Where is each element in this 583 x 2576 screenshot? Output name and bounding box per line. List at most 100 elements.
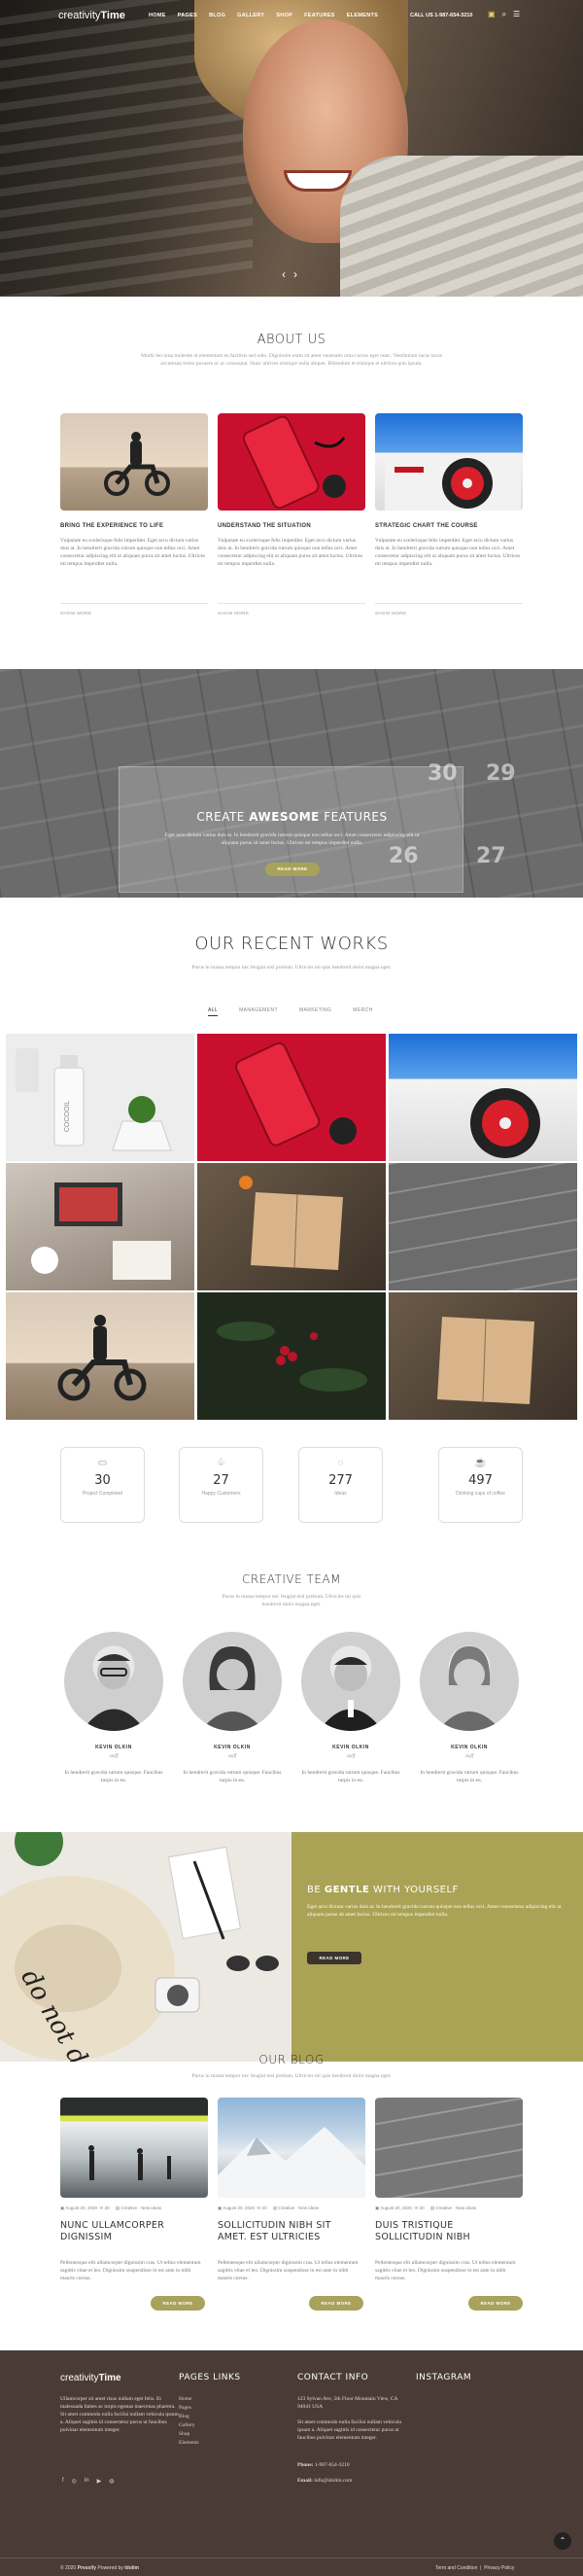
back-to-top-icon[interactable]: ⌃ [554, 2532, 571, 2550]
flatlay-image: do not disturb [0, 1832, 292, 2062]
terms-link[interactable]: Term and Condition [435, 2565, 477, 2571]
stat-number: 277 [328, 1473, 353, 1488]
about-card-text: Vulputate eu scelerisque felis imperdiet… [60, 538, 206, 567]
gallery-item-cosmetics[interactable]: COCOOIL [6, 1034, 194, 1161]
instagram-icon[interactable]: ◎ [72, 2478, 77, 2485]
menu-item-elements[interactable]: ELEMENTS [347, 13, 378, 18]
post-categories[interactable]: Creative · New ideas [120, 2205, 161, 2210]
instagram-title: INSTAGRAM [416, 2373, 472, 2382]
post-date: August 20, 2020 [65, 2205, 98, 2210]
about-title: ABOUT US [257, 333, 326, 347]
nav-icons: ▣ ⌕ ☰ [488, 10, 520, 19]
member-role: staff [346, 1754, 356, 1759]
show-more-link[interactable]: SHOW MORE [218, 611, 249, 616]
stat-coffee: ☕ 497 Drinking cups of coffee [438, 1447, 523, 1523]
hat-icon: do not disturb [0, 1832, 279, 2062]
menu-item-blog[interactable]: BLOG [209, 13, 225, 18]
call-us-text[interactable]: CALL US 1-987-654-3210 [410, 13, 472, 18]
menu-icon[interactable]: ☰ [513, 10, 520, 19]
person-icon [437, 1646, 501, 1731]
footer-link-blog[interactable]: Blog [179, 2413, 198, 2421]
stat-number: 30 [94, 1473, 111, 1488]
search-icon[interactable]: ⌕ [502, 10, 506, 19]
avatar [183, 1632, 282, 1731]
show-more-link[interactable]: SHOW MORE [60, 611, 91, 616]
site-logo[interactable]: creativityTime [58, 10, 125, 21]
filter-management[interactable]: MANAGEMENT [239, 1007, 278, 1016]
features-band: 30 29 27 26 CREATE AWESOME FEATURES Eget… [0, 669, 583, 898]
post-categories[interactable]: Creative · New ideas [435, 2205, 476, 2210]
footer-link-pages[interactable]: Pages [179, 2404, 198, 2413]
gallery-item-desk[interactable] [6, 1163, 194, 1290]
footer-logo[interactable]: creativityTime [60, 2373, 121, 2383]
read-more-button[interactable]: READ MORE [307, 1952, 361, 1964]
footer-links: Home Pages Blog Gallery Shop Elements [179, 2395, 198, 2448]
gallery-item-book-2[interactable] [389, 1292, 577, 1420]
about-card-image-motorcycle [60, 413, 208, 511]
menu-item-home[interactable]: HOME [149, 13, 166, 18]
privacy-link[interactable]: Privacy Policy [484, 2565, 514, 2571]
read-more-button[interactable]: READ MORE [309, 2296, 363, 2311]
person-icon [319, 1657, 383, 1731]
copyright-by[interactable]: Idolim [124, 2565, 139, 2571]
post-title[interactable]: DUIS TRISTIQUE SOLLICITUDIN NIBH [375, 2220, 521, 2243]
menu-item-pages[interactable]: PAGES [178, 13, 197, 18]
youtube-icon[interactable]: ▶ [97, 2478, 102, 2485]
post-date: August 20, 2020 [380, 2205, 413, 2210]
gallery-item-berries[interactable] [197, 1292, 386, 1420]
gallery-item-car[interactable] [389, 1034, 577, 1161]
post-comments: 20 [419, 2205, 425, 2210]
cart-icon[interactable]: ▣ [488, 10, 496, 19]
post-title[interactable]: SOLLICITUDIN NIBH SIT AMET. EST ULTRICIE… [218, 2220, 363, 2243]
monitor-icon: ▭ [97, 1458, 108, 1468]
contact-text: Sit amet commodo nulla facilisi nullam v… [297, 2419, 401, 2441]
blog-image-mountains [218, 2098, 365, 2198]
menu-item-features[interactable]: FEATURES [304, 13, 335, 18]
email-value[interactable]: info@idolim.com [314, 2478, 352, 2484]
read-more-button[interactable]: READ MORE [151, 2296, 205, 2311]
contact-address: 123 Sylvan Ave, 5th Floor Mountain View,… [297, 2396, 398, 2410]
post-title[interactable]: NUNC ULLAMCORPER DIGNISSIM [60, 2220, 206, 2243]
gallery-item-book[interactable] [197, 1163, 386, 1290]
facebook-icon[interactable]: f [62, 2478, 64, 2485]
bottle-icon: COCOOIL [16, 1048, 172, 1151]
menu-item-gallery[interactable]: GALLERY [237, 13, 264, 18]
show-more-link[interactable]: SHOW MORE [375, 611, 406, 616]
stat-ideas: ◌ 277 Ideas [298, 1447, 383, 1523]
member-name: KEVIN OLKIN [214, 1745, 251, 1750]
linkedin-icon[interactable]: in [85, 2478, 89, 2485]
globe-icon[interactable]: ◍ [109, 2478, 114, 2485]
phone-value[interactable]: 1-987-654-3210 [315, 2462, 350, 2468]
person-icon [82, 1654, 146, 1731]
footer-about: Ullamcorper sit amet risus nullam eget f… [60, 2396, 179, 2433]
footer-link-home[interactable]: Home [179, 2395, 198, 2404]
filter-marketing[interactable]: MARKETING [299, 1007, 331, 1016]
stat-number: 497 [468, 1473, 493, 1488]
copyright-mid: Powered by [96, 2565, 125, 2571]
filter-all[interactable]: ALL [208, 1007, 219, 1016]
post-categories[interactable]: Creative · New ideas [278, 2205, 319, 2210]
avatar [301, 1632, 400, 1731]
footer-link-elements[interactable]: Elements [179, 2439, 198, 2448]
member-name: KEVIN OLKIN [95, 1745, 132, 1750]
read-more-button[interactable]: READ MORE [265, 863, 320, 876]
post-meta: ▣ August 20, 2020 ✉ 20 ▤ Creative · New … [218, 2205, 320, 2210]
gallery-item-phone[interactable] [197, 1034, 386, 1161]
menu-item-shop[interactable]: SHOP [276, 13, 292, 18]
blog-title: OUR BLOG [258, 2053, 325, 2066]
footer-link-shop[interactable]: Shop [179, 2430, 198, 2439]
read-more-button[interactable]: READ MORE [468, 2296, 523, 2311]
prev-arrow-icon[interactable]: ‹ [282, 267, 286, 281]
lightbulb-icon: ◌ [337, 1458, 344, 1468]
gallery-item-street[interactable] [389, 1163, 577, 1290]
top-navbar: creativityTime HOME PAGES BLOG GALLERY S… [0, 0, 583, 31]
next-arrow-icon[interactable]: › [293, 267, 297, 281]
copyright-brand[interactable]: Pressify [78, 2565, 96, 2571]
avatar [64, 1632, 163, 1731]
email-label: Email: [297, 2478, 313, 2484]
gentle-title: BE GENTLE WITH YOURSELF [307, 1885, 459, 1895]
gallery-item-motorcycle[interactable] [6, 1292, 194, 1420]
logo-light: creativity [58, 10, 101, 21]
filter-merch[interactable]: MERCH [353, 1007, 372, 1016]
footer-link-gallery[interactable]: Gallery [179, 2421, 198, 2430]
